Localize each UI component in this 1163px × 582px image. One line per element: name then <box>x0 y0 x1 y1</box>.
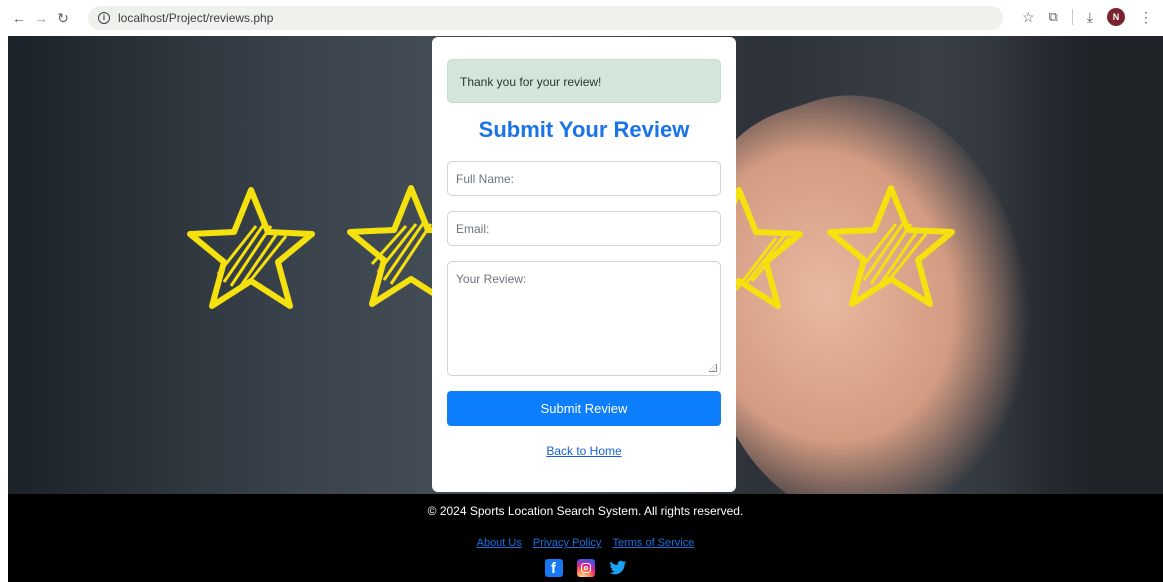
profile-avatar[interactable]: N <box>1107 8 1125 26</box>
reload-icon[interactable]: ↻ <box>52 10 74 27</box>
resize-handle-icon[interactable] <box>709 364 717 372</box>
address-bar[interactable]: i localhost/Project/reviews.php <box>88 6 1003 30</box>
email-input[interactable]: Email: <box>447 211 721 246</box>
extensions-icon[interactable]: ⧉ <box>1049 9 1058 25</box>
url-text: localhost/Project/reviews.php <box>118 11 274 25</box>
success-alert: Thank you for your review! <box>447 59 721 103</box>
review-form-card: Thank you for your review! Submit Your R… <box>432 37 736 492</box>
browser-toolbar: ← → ↻ i localhost/Project/reviews.php ☆ … <box>0 0 1163 36</box>
footer-links: About Us Privacy Policy Terms of Service <box>8 537 1163 549</box>
suit-image <box>1003 36 1163 494</box>
star-icon <box>827 185 955 307</box>
back-arrow-icon[interactable]: ← <box>8 10 30 26</box>
toolbar-separator <box>1071 9 1073 25</box>
site-info-icon[interactable]: i <box>98 12 110 24</box>
download-icon[interactable]: ⤓ <box>1087 9 1093 26</box>
toolbar-actions: ☆ ⧉ ⤓ N ⋮ <box>1022 8 1153 26</box>
form-title: Submit Your Review <box>478 117 690 142</box>
full-name-input[interactable]: Full Name: <box>447 161 721 196</box>
site-footer: © 2024 Sports Location Search System. Al… <box>8 494 1163 582</box>
instagram-icon[interactable] <box>576 559 595 577</box>
review-placeholder: Your Review: <box>456 272 527 286</box>
social-icons: f <box>8 559 1163 577</box>
privacy-policy-link[interactable]: Privacy Policy <box>533 537 601 549</box>
back-to-home-link[interactable]: Back to Home <box>447 444 721 458</box>
bookmark-star-icon[interactable]: ☆ <box>1022 9 1035 26</box>
review-textarea[interactable]: Your Review: <box>447 261 721 376</box>
star-icon <box>734 187 803 309</box>
about-us-link[interactable]: About Us <box>477 537 522 549</box>
menu-dots-icon[interactable]: ⋮ <box>1139 9 1153 26</box>
star-icon <box>347 185 446 307</box>
twitter-icon[interactable] <box>608 559 627 577</box>
forward-arrow-icon[interactable]: → <box>30 10 52 26</box>
copyright-text: © 2024 Sports Location Search System. Al… <box>427 504 744 518</box>
star-icon <box>187 187 315 309</box>
submit-review-button[interactable]: Submit Review <box>447 391 721 426</box>
terms-of-service-link[interactable]: Terms of Service <box>612 537 694 549</box>
facebook-icon[interactable]: f <box>544 559 563 577</box>
